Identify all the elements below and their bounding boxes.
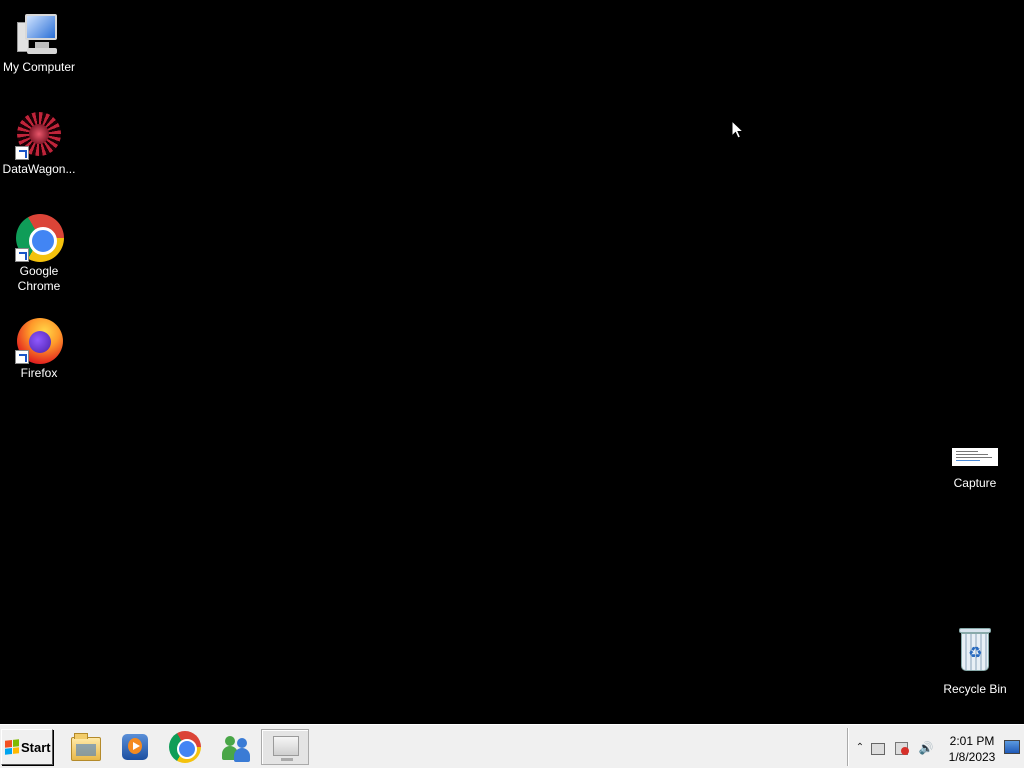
desktop-icon-label: Recycle Bin	[943, 682, 1007, 696]
firefox-icon	[15, 316, 63, 364]
taskbar-people[interactable]	[211, 729, 259, 765]
file-explorer-icon	[69, 731, 101, 763]
windows-logo-icon	[5, 739, 19, 755]
taskbar: Start ⌃ 🔊 2:01 PM 1/8/2023	[0, 724, 1024, 768]
recycle-bin-icon	[951, 626, 999, 674]
shortcut-arrow-icon	[15, 146, 29, 160]
chrome-icon	[169, 731, 201, 763]
show-desktop-button[interactable]	[1004, 740, 1020, 754]
network-icon[interactable]	[870, 740, 886, 756]
taskbar-active-window[interactable]	[261, 729, 309, 765]
desktop: My Computer DataWagon... Google Chrome F…	[0, 0, 1024, 724]
people-icon	[219, 731, 251, 763]
desktop-icon-label: My Computer	[2, 60, 76, 74]
chrome-icon	[15, 214, 64, 262]
media-player-icon	[119, 731, 151, 763]
desktop-icon-datawagon[interactable]: DataWagon...	[0, 112, 78, 177]
desktop-icon-label: Google Chrome	[17, 264, 61, 293]
action-center-icon[interactable]	[894, 740, 910, 756]
show-hidden-icons-icon[interactable]: ⌃	[852, 740, 868, 756]
taskbar-file-explorer[interactable]	[61, 729, 109, 765]
computer-window-icon	[269, 731, 301, 763]
shortcut-arrow-icon	[15, 350, 29, 364]
datawagon-icon	[15, 112, 63, 160]
my-computer-icon	[15, 10, 63, 58]
clock-time: 2:01 PM	[949, 734, 995, 748]
desktop-icon-firefox[interactable]: Firefox	[0, 316, 78, 381]
desktop-icon-capture[interactable]: Capture	[936, 434, 1014, 491]
start-label: Start	[21, 739, 51, 755]
taskbar-chrome[interactable]	[161, 729, 209, 765]
desktop-icon-label: Capture	[953, 476, 997, 490]
desktop-icon-label: DataWagon...	[2, 162, 76, 176]
image-thumbnail-icon	[952, 448, 998, 466]
system-tray: ⌃ 🔊 2:01 PM 1/8/2023	[847, 728, 1024, 766]
volume-icon[interactable]: 🔊	[918, 740, 934, 756]
clock[interactable]: 2:01 PM 1/8/2023	[944, 733, 1000, 765]
start-button[interactable]: Start	[1, 729, 53, 765]
mouse-cursor-icon	[731, 120, 745, 139]
desktop-icon-label: Firefox	[20, 366, 58, 380]
desktop-icon-my-computer[interactable]: My Computer	[0, 10, 78, 75]
desktop-icon-google-chrome[interactable]: Google Chrome	[0, 214, 78, 294]
taskbar-media-player[interactable]	[111, 729, 159, 765]
clock-date: 1/8/2023	[948, 750, 996, 764]
desktop-icon-recycle-bin[interactable]: Recycle Bin	[936, 626, 1014, 697]
shortcut-arrow-icon	[15, 248, 29, 262]
